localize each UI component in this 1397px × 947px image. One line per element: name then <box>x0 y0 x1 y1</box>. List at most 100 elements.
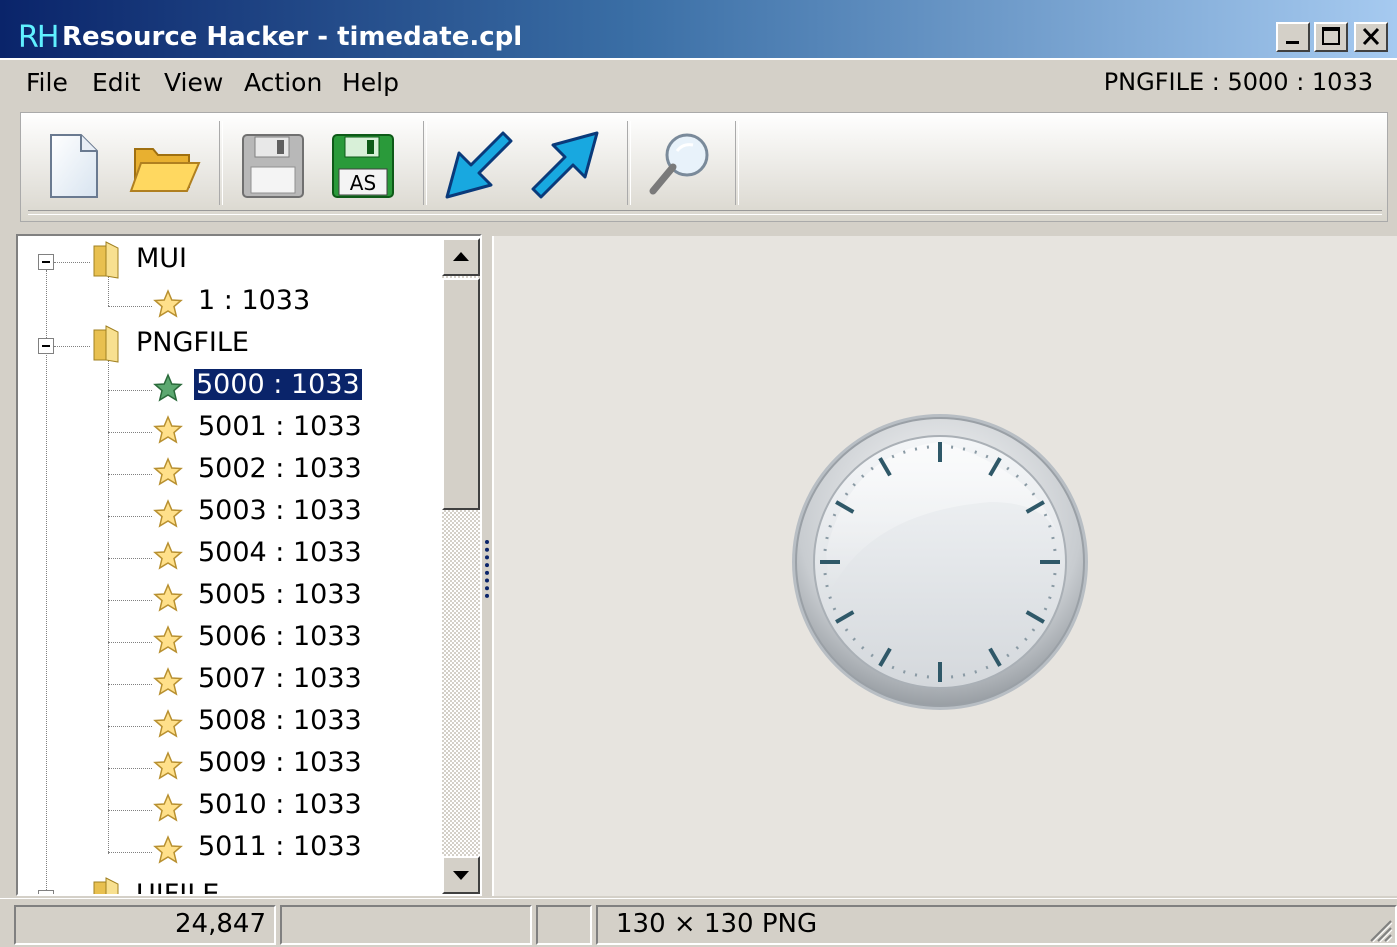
export-button[interactable] <box>527 125 605 205</box>
status-image-info: 130 × 130 PNG <box>596 905 1397 945</box>
save-icon <box>233 125 311 205</box>
clock-minute-tick <box>829 526 832 527</box>
clock-minute-tick <box>975 451 976 454</box>
tree-item[interactable]: 5002 : 1033 <box>198 450 362 488</box>
tree-group-label[interactable]: UIFILE <box>136 876 219 896</box>
menu-view[interactable]: View <box>160 68 227 97</box>
resource-tree[interactable]: MUI 1 : 1033 PNGFILE 5000 : 1033 5001 : … <box>16 234 482 896</box>
clock-minute-tick <box>892 455 893 458</box>
open-button[interactable] <box>125 125 203 205</box>
tree-connector <box>108 852 152 853</box>
tree-item[interactable]: 5003 : 1033 <box>198 492 362 530</box>
clock-minute-tick <box>826 586 829 587</box>
clock-minute-tick <box>1052 538 1055 539</box>
tree-item[interactable]: 5011 : 1033 <box>198 828 362 866</box>
tree-item[interactable]: 5010 : 1033 <box>198 786 362 824</box>
maximize-button[interactable] <box>1314 22 1348 52</box>
current-resource-id: PNGFILE : 5000 : 1033 <box>1104 68 1373 96</box>
menu-action[interactable]: Action <box>240 68 326 97</box>
clock-minute-tick <box>964 448 965 451</box>
star-icon <box>152 582 184 614</box>
collapse-toggle-mui[interactable] <box>38 254 54 270</box>
export-arrow-icon <box>527 125 605 205</box>
new-file-icon <box>35 125 113 205</box>
minimize-icon <box>1278 24 1308 50</box>
close-button[interactable] <box>1354 22 1388 52</box>
tree-item-selected[interactable]: 5000 : 1033 <box>194 366 362 404</box>
tree-connector <box>108 768 152 769</box>
clock-minute-tick <box>986 666 987 669</box>
tree-connector <box>46 270 47 896</box>
clock-face-icon <box>790 412 1090 712</box>
menu-help[interactable]: Help <box>338 68 403 97</box>
star-icon <box>152 834 184 866</box>
import-button[interactable] <box>437 125 515 205</box>
clock-minute-tick <box>964 674 965 677</box>
star-icon <box>152 624 184 656</box>
tree-item[interactable]: 5009 : 1033 <box>198 744 362 782</box>
collapse-toggle-pngfile[interactable] <box>38 338 54 354</box>
tree-connector <box>54 262 90 263</box>
menu-file[interactable]: File <box>22 68 72 97</box>
menu-edit[interactable]: Edit <box>88 68 144 97</box>
tree-group-label[interactable]: MUI <box>136 240 187 278</box>
clock-minute-tick <box>892 666 893 669</box>
tree-item[interactable]: 5007 : 1033 <box>198 660 362 698</box>
tree-connector <box>108 516 152 517</box>
maximize-icon <box>1316 24 1346 50</box>
folder-icon <box>90 876 122 896</box>
star-icon <box>152 750 184 782</box>
minimize-button[interactable] <box>1276 22 1310 52</box>
tree-connector <box>108 474 152 475</box>
tree-connector <box>108 726 152 727</box>
tree-connector <box>108 684 152 685</box>
new-file-button[interactable] <box>35 125 113 205</box>
save-as-button[interactable]: AS <box>323 125 401 205</box>
tree-connector <box>108 810 152 811</box>
selected-star-icon <box>152 372 184 404</box>
tree-connector <box>108 600 152 601</box>
clock-minute-tick <box>1007 654 1009 656</box>
clock-minute-tick <box>1032 629 1034 631</box>
arrow-up-icon <box>444 240 478 274</box>
clock-minute-tick <box>916 674 917 677</box>
tree-item[interactable]: 5001 : 1033 <box>198 408 362 446</box>
open-folder-icon <box>125 125 203 205</box>
clock-minute-tick <box>1007 467 1009 469</box>
expand-toggle-uifile[interactable] <box>38 890 54 896</box>
tree-connector <box>108 642 152 643</box>
scroll-thumb[interactable] <box>442 278 480 510</box>
clock-minute-tick <box>833 514 836 515</box>
toolbar-separator <box>219 121 223 205</box>
star-icon <box>152 498 184 530</box>
tree-item[interactable]: 5006 : 1033 <box>198 618 362 656</box>
tree-connector <box>108 306 152 307</box>
tree-group-label[interactable]: PNGFILE <box>136 324 249 362</box>
folder-icon <box>90 240 122 280</box>
clock-minute-tick <box>871 654 873 656</box>
save-as-icon: AS <box>323 125 401 205</box>
star-icon <box>152 666 184 698</box>
tree-connector <box>108 276 109 306</box>
save-as-label: AS <box>350 171 376 195</box>
clock-minute-tick <box>845 493 847 495</box>
window-title: Resource Hacker - timedate.cpl <box>62 22 522 52</box>
toolbar-divider <box>28 210 1382 215</box>
search-button[interactable] <box>641 125 719 205</box>
tree-scrollbar[interactable] <box>442 238 480 894</box>
scroll-up-button[interactable] <box>442 238 480 276</box>
tree-connector <box>108 360 109 854</box>
tree-item[interactable]: 5004 : 1033 <box>198 534 362 572</box>
clock-minute-tick <box>1048 597 1051 598</box>
tree-item[interactable]: 5005 : 1033 <box>198 576 362 614</box>
scroll-down-button[interactable] <box>442 856 480 894</box>
save-button[interactable] <box>233 125 311 205</box>
clock-minute-tick <box>1032 493 1034 495</box>
tree-item[interactable]: 1 : 1033 <box>198 282 310 320</box>
title-bar[interactable]: RH Resource Hacker - timedate.cpl <box>0 0 1397 60</box>
resize-grip-icon[interactable] <box>1365 915 1393 943</box>
tree-item[interactable]: 5008 : 1033 <box>198 702 362 740</box>
search-icon <box>641 125 719 205</box>
clock-minute-tick <box>904 670 905 673</box>
toolbar-separator <box>423 121 427 205</box>
